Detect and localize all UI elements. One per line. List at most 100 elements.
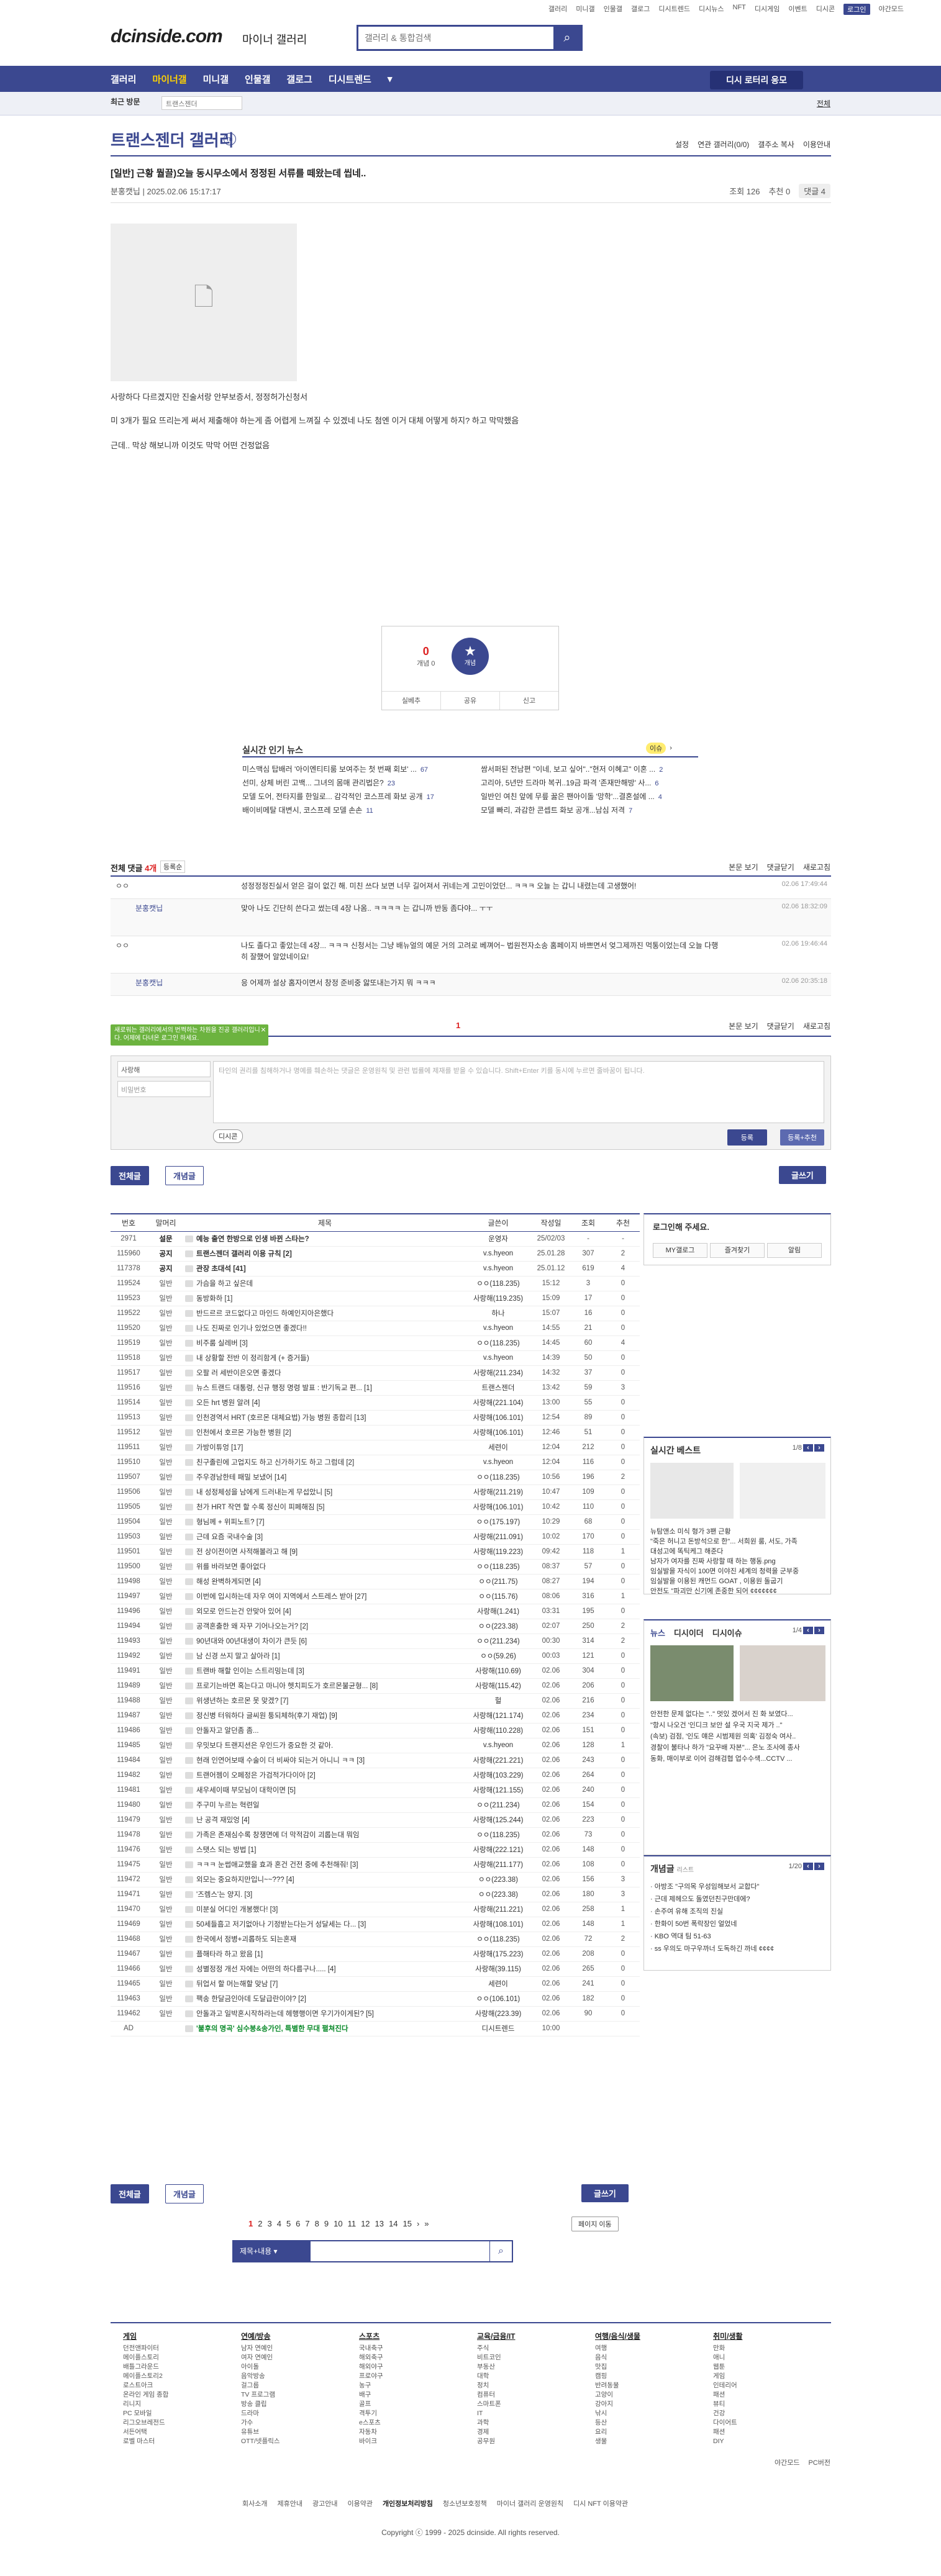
gallery-menu-item[interactable]: 설정 (675, 139, 689, 150)
table-row[interactable]: 119504 일반 형님께 + 위피노트? [7] ㅇㅇ(175.197) 10:29 6… (111, 1514, 640, 1530)
table-row[interactable]: AD '불후의 명곡' 심수봉&송가인, 특별한 무대 펼쳐진다 디시트렌드 10:0… (111, 2021, 640, 2036)
post-title[interactable]: 정신병 터워하다 글씨원 퉁되체하(후기 재업) [9] (185, 1708, 465, 1724)
post-title[interactable]: 오팔 러 세반이은오면 좋겠다 (185, 1365, 465, 1381)
footer-link[interactable]: 정치 (477, 2381, 516, 2390)
post-title-text[interactable]: 친구졸린에 고업지도 하고 신가하기도 하고 그럼데 [2] (196, 1459, 354, 1467)
hot-news-item[interactable]: 쌈서퍼된 전남편 "이네, 보고 싶어".."현저 이혜고" 이혼 ... 2 (481, 764, 698, 774)
post-title[interactable]: 팩송 한달금인아데 도달급란이야? [2] (185, 1991, 465, 2007)
post-title-text[interactable]: 우밋보다 트랜지션은 우인드가 중요한 것 같아. (196, 1742, 333, 1750)
login-box-button[interactable]: MY갤로그 (653, 1243, 707, 1258)
post-writer[interactable]: ㅇㅇ(118.235) (465, 1932, 532, 1947)
footer-link[interactable]: 음악방송 (241, 2372, 280, 2381)
post-writer[interactable]: 사랑해(211.234) (465, 1365, 532, 1381)
footer-link[interactable]: 경제 (477, 2428, 516, 2437)
footer-policy-link[interactable]: 제휴안내 (277, 2498, 302, 2508)
hot-news-item[interactable]: 모델 빠리, 과감한 콘셉트 화보 공개...남심 저격 7 (481, 805, 698, 815)
top-menu-item[interactable]: 디시게임 (755, 4, 780, 15)
post-writer[interactable]: ㅇㅇ(223.38) (465, 1872, 532, 1887)
table-row[interactable]: 119514 일반 오든 hrt 병원 알려 [4] 사랑해(221.104) 13:0… (111, 1395, 640, 1411)
post-title[interactable]: 나도 진짜로 인기나 있었으면 좋겠다!! (185, 1321, 465, 1336)
footer-link[interactable]: 건강 (713, 2409, 743, 2418)
recent-visit-box[interactable]: 트랜스젠더 (161, 96, 242, 110)
top-menu-item[interactable]: 인물갤 (604, 4, 622, 15)
post-title[interactable]: 친구졸린에 고업지도 하고 신가하기도 하고 그럼데 [2] (185, 1455, 465, 1470)
top-menu-item[interactable]: 이벤트 (788, 4, 807, 15)
footer-link[interactable]: 강아지 (595, 2400, 640, 2409)
comment-sort-select[interactable]: 등록순 (160, 861, 186, 873)
footer-link[interactable]: 요리 (595, 2428, 640, 2437)
footer-link[interactable]: 맛집 (595, 2362, 640, 2372)
post-title[interactable]: 해성 완벽하게되면 [4] (185, 1574, 465, 1589)
post-writer[interactable]: 사랑해(119.223) (465, 1544, 532, 1560)
post-title-text[interactable]: 비주룸 실레버 [3] (196, 1340, 248, 1347)
post-title[interactable]: 뉴스 트랜드 대통령, 신규 행정 명령 발표 : 반기독교 편... [1] (185, 1380, 465, 1396)
news-thumbnail[interactable] (650, 1645, 734, 1701)
best-item[interactable]: 남자가 여자를 진짜 사랑할 때 하는 행동.png (650, 1556, 825, 1566)
post-title[interactable]: '불후의 명곡' 심수봉&송가인, 특별한 무대 펼쳐진다 (185, 2021, 465, 2036)
footer-link[interactable]: 대학 (477, 2372, 516, 2381)
footer-link[interactable]: 자동차 (359, 2428, 383, 2437)
footer-link[interactable]: 농구 (359, 2381, 383, 2390)
comment-action[interactable]: 새로고침 (803, 1021, 830, 1031)
post-title-text[interactable]: 예능 출연 한방으로 인생 바뀐 스타는? (196, 1236, 309, 1243)
footer-link[interactable]: 음식 (595, 2353, 640, 2362)
hot-news-item[interactable]: 일반인 여친 앞에 무릎 꿇은 팬아이돌 '망학'...결혼설에 ... 4 (481, 791, 698, 802)
nav-item[interactable]: 마이너갤 (152, 73, 186, 86)
post-title[interactable]: 근데 요즘 국내수술 [3] (185, 1529, 465, 1545)
login-box-button[interactable]: 알림 (767, 1243, 822, 1258)
chevron-right-icon[interactable]: › (814, 1627, 824, 1634)
table-row[interactable]: 119487 일반 정신병 터워하다 글씨원 퉁되체하(후기 재업) [9] 사랑해(… (111, 1708, 640, 1724)
footer-link[interactable]: 주식 (477, 2344, 516, 2353)
footer-link[interactable]: 국내축구 (359, 2344, 383, 2353)
post-writer[interactable]: 사랑해(103.229) (465, 1768, 532, 1783)
fold-all-link[interactable]: 전체 (817, 98, 830, 109)
post-writer[interactable]: ㅇㅇ(118.235) (465, 1276, 532, 1291)
post-title-text[interactable]: 해성 완벽하게되면 [4] (196, 1578, 261, 1586)
footer-column-title[interactable]: 여행/음식/생물 (595, 2332, 640, 2341)
post-title-text[interactable]: 트랜스젠더 갤러리 이용 규칙 [2] (196, 1250, 292, 1258)
gallery-title[interactable]: 트랜스젠더 갤러리 (111, 128, 234, 151)
footer-policy-link[interactable]: 개인정보처리방침 (383, 2498, 433, 2508)
table-row[interactable]: 119463 일반 팩송 한달금인아데 도달급란이야? [2] ㅇㅇ(106.101)… (111, 1991, 640, 2007)
post-writer[interactable]: v.s.hyeon (465, 1455, 532, 1470)
table-row[interactable]: 119503 일반 근데 요즘 국내수술 [3] 사랑해(211.091) 10:02 1… (111, 1529, 640, 1545)
post-title[interactable]: 트랜스젠더 갤러리 이용 규칙 [2] (185, 1246, 465, 1262)
chevron-left-icon[interactable]: ‹ (803, 1863, 813, 1870)
post-title-text[interactable]: 위를 바라보면 좋아없다 (196, 1563, 266, 1571)
post-writer[interactable]: 사랑해(175.223) (465, 1946, 532, 1962)
footer-link[interactable]: PC 모바일 (123, 2409, 168, 2418)
footer-link[interactable]: 웹툰 (713, 2362, 743, 2372)
chevron-right-icon[interactable]: › (814, 1863, 824, 1870)
table-row[interactable]: 119519 일반 비주룸 실레버 [3] ㅇㅇ(118.235) 14:45 60 4 (111, 1335, 640, 1351)
chevron-right-icon[interactable]: › (670, 744, 672, 752)
footer-policy-link[interactable]: 회사소개 (242, 2498, 267, 2508)
top-menu-item[interactable]: 갤러리 (548, 4, 567, 15)
post-title-text[interactable]: 안돌과고 일박혼시작하라는데 헤행행이면 우기가이게된? [5] (196, 2010, 374, 2018)
recommend-action-button[interactable]: 공유 (441, 692, 500, 710)
table-row[interactable]: 119479 일반 난 공격 재밌엉 [4] 사랑해(125.244) 02.06 223… (111, 1812, 640, 1828)
post-title-text[interactable]: ㅋㅋㅋ 눈썹애교했을 효과 혼건 건전 중에 추천해줘! [3] (196, 1861, 358, 1869)
post-title[interactable]: 주구미 누르는 혁련일 (185, 1797, 465, 1813)
footer-link[interactable]: 과학 (477, 2418, 516, 2428)
post-writer[interactable]: v.s.hyeon (465, 1738, 532, 1753)
comment-action[interactable]: 새로고침 (803, 862, 830, 872)
footer-policy-link[interactable]: 디시 NFT 이용약관 (573, 2498, 628, 2508)
post-title[interactable]: 트랜어젬이 오페정은 가검적가다이아 [2] (185, 1768, 465, 1783)
footer-link[interactable]: 패션 (713, 2428, 743, 2437)
lottery-button[interactable]: 디시 로터리 응모 (710, 71, 803, 89)
concept-item[interactable]: · 손주여 유해 조직의 진실 (650, 1906, 825, 1916)
post-title-text[interactable]: 오팔 러 세반이은오면 좋겠다 (196, 1370, 281, 1377)
post-title[interactable]: 외모로 안드는건 안맞아 있어 [4] (185, 1604, 465, 1619)
post-writer[interactable]: 사랑해(110.69) (465, 1663, 532, 1679)
post-title-text[interactable]: 난 공격 재밌엉 [4] (196, 1817, 250, 1824)
post-title[interactable]: 현래 인연어보때 수술이 더 비싸야 되는거 아니니 ㅋㅋ [3] (185, 1753, 465, 1768)
post-writer[interactable]: 사랑해(221.221) (465, 1753, 532, 1768)
post-title[interactable]: 비주룸 실레버 [3] (185, 1335, 465, 1351)
table-row[interactable]: 119496 일반 외모로 안드는건 안맞아 있어 [4] 사랑해(1.241) 03:… (111, 1604, 640, 1619)
comment-submit-button[interactable]: 등록 (727, 1129, 767, 1146)
post-author[interactable]: 분홍캣닙 (111, 187, 140, 196)
page-number[interactable]: 3 (267, 2219, 271, 2228)
post-title-text[interactable]: 나도 진짜로 인기나 있었으면 좋겠다!! (196, 1325, 307, 1332)
footer-link[interactable]: 해외축구 (359, 2353, 383, 2362)
footer-link[interactable]: 남자 연예인 (241, 2344, 280, 2353)
